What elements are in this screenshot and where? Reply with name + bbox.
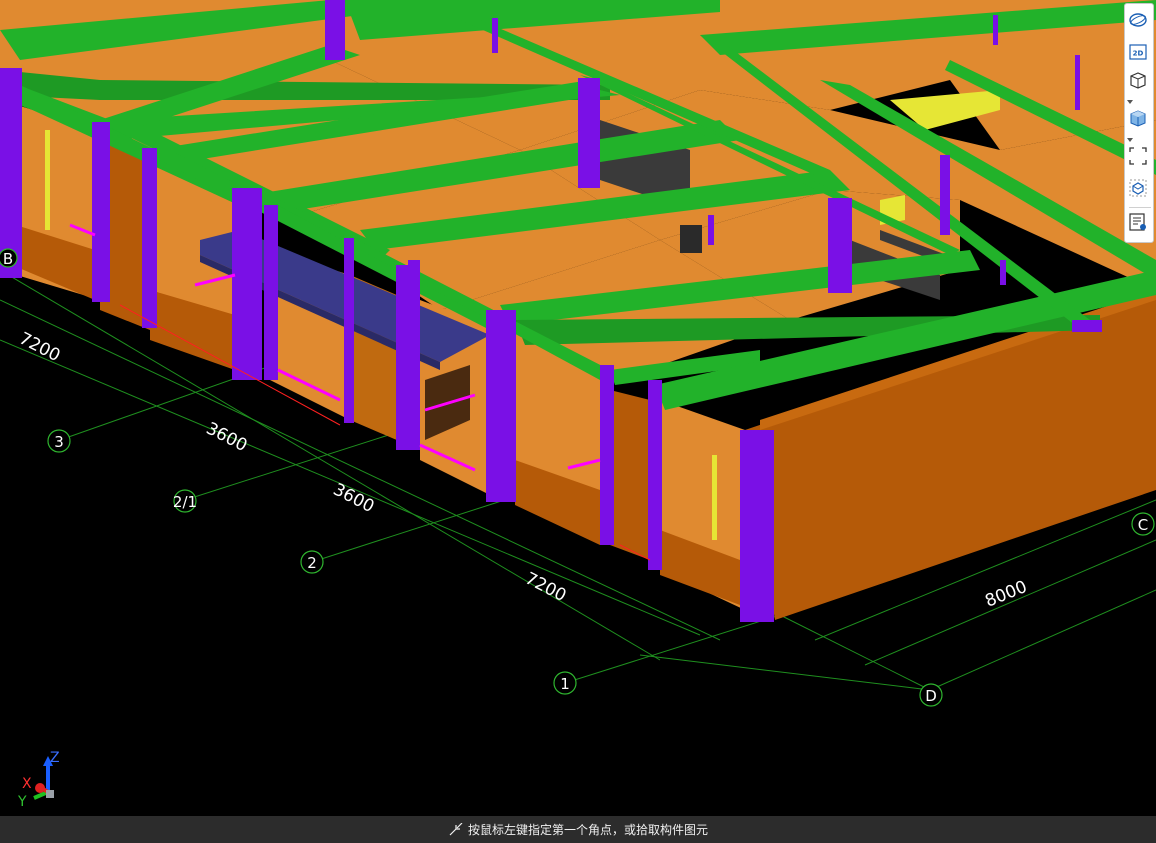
- triad-y-label: Y: [17, 794, 27, 810]
- svg-text:B: B: [3, 250, 13, 268]
- dim-3600-a: 3600: [203, 419, 251, 456]
- pick-cursor-icon: [449, 822, 463, 835]
- svg-text:1: 1: [560, 675, 570, 693]
- chevron-down-icon[interactable]: [1125, 98, 1135, 106]
- svg-text:D: D: [925, 687, 937, 705]
- model-canvas[interactable]: 7200 3600 3600 7200 8000 3 2/1 2 1 C D B: [0, 0, 1156, 816]
- svg-text:2: 2: [307, 554, 317, 572]
- svg-text:2/1: 2/1: [173, 493, 197, 511]
- axis-bubble-1[interactable]: 1: [553, 671, 577, 695]
- svg-text:2D: 2D: [1133, 50, 1144, 58]
- view-2d-icon: 2D: [1129, 44, 1147, 60]
- component-view-button[interactable]: [1128, 178, 1152, 202]
- view-toolbar: 2D: [1124, 3, 1154, 243]
- 3d-model-viewport[interactable]: 7200 3600 3600 7200 8000 3 2/1 2 1 C D B: [0, 0, 1156, 816]
- axis-triad: Z X Y: [14, 750, 64, 810]
- status-bar: 按鼠标左键指定第一个角点，或拾取构件图元: [0, 816, 1156, 843]
- dim-7200-left: 7200: [16, 329, 64, 366]
- zoom-extent-button[interactable]: [1128, 146, 1152, 170]
- axis-bubble-3[interactable]: 3: [47, 429, 71, 453]
- chevron-down-icon[interactable]: [1125, 136, 1135, 144]
- svg-text:3: 3: [54, 433, 64, 451]
- cube-icon: [1130, 72, 1146, 89]
- view-2d-button[interactable]: 2D: [1128, 42, 1152, 66]
- toolbar-divider: [1129, 207, 1151, 208]
- component-view-icon: [1129, 179, 1147, 197]
- axis-bubble-2[interactable]: 2: [300, 550, 324, 574]
- status-message: 按鼠标左键指定第一个角点，或拾取构件图元: [467, 823, 708, 837]
- properties-button[interactable]: [1128, 212, 1152, 236]
- axis-bubble-d[interactable]: D: [919, 683, 943, 707]
- axis-bubble-2-1[interactable]: 2/1: [173, 489, 197, 513]
- view-3d-shaded-button[interactable]: [1128, 108, 1152, 132]
- zoom-extent-icon: [1129, 147, 1147, 165]
- triad-x-label: X: [22, 776, 32, 792]
- axis-bubble-c[interactable]: C: [1131, 512, 1155, 536]
- triad-z-label: Z: [50, 750, 60, 766]
- shaded-cube-icon: [1130, 110, 1146, 127]
- dim-3600-b: 3600: [330, 480, 378, 517]
- dim-8000: 8000: [982, 577, 1030, 612]
- orbit-button[interactable]: [1128, 10, 1152, 34]
- dim-7200-bottom: 7200: [522, 569, 570, 606]
- view-3d-button[interactable]: [1128, 70, 1152, 94]
- properties-list-icon: [1129, 213, 1146, 231]
- svg-text:C: C: [1138, 516, 1148, 534]
- orbit-icon: [1129, 13, 1147, 27]
